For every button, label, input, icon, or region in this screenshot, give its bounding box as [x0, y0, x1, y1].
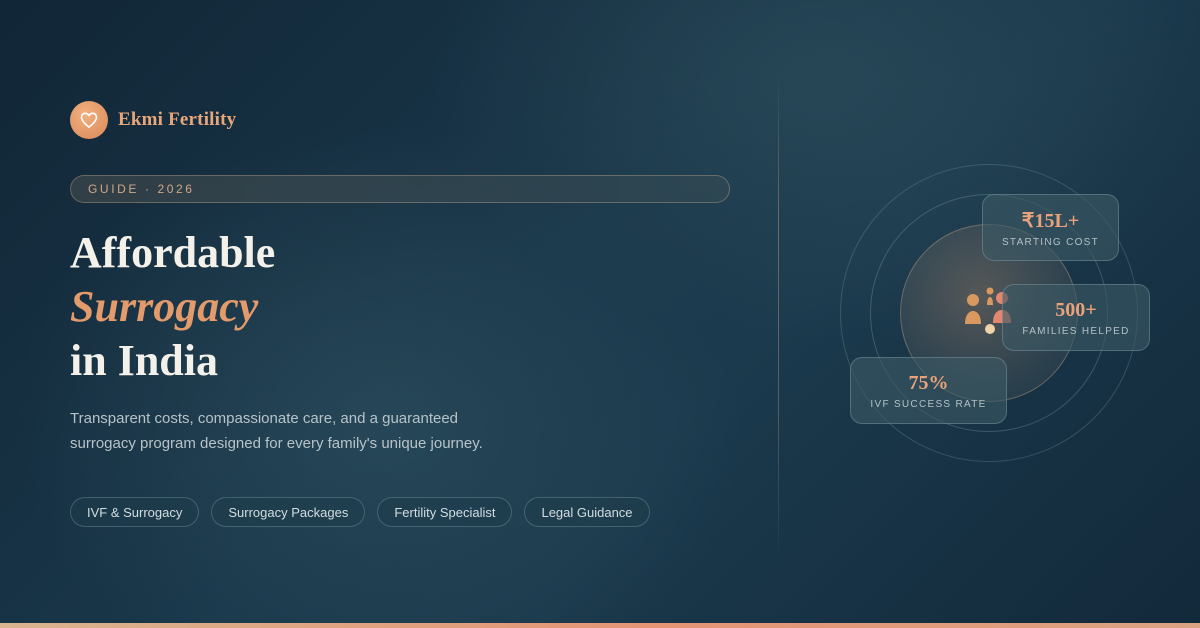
- stat-value: 75%: [908, 371, 949, 394]
- stat-card-starting-cost: ₹15L+ STARTING COST: [982, 194, 1119, 261]
- stat-card-ivf-success: 75% IVF SUCCESS RATE: [850, 357, 1007, 424]
- subtitle: Transparent costs, compassionate care, a…: [70, 410, 483, 452]
- bottom-accent-bar: [0, 623, 1200, 628]
- tag-legal-guidance[interactable]: Legal Guidance: [524, 497, 650, 527]
- stat-card-families-helped: 500+ FAMILIES HELPED: [1002, 284, 1150, 351]
- title-line-accent: Surrogacy: [70, 282, 259, 331]
- stat-value: 500+: [1055, 298, 1097, 321]
- brand-name: Ekmi Fertility: [118, 109, 237, 130]
- heart-icon: [70, 101, 108, 139]
- divider: [778, 70, 779, 560]
- tag-fertility-specialist[interactable]: Fertility Specialist: [377, 497, 513, 527]
- title-line-3: in India: [70, 336, 218, 385]
- stat-value: ₹15L+: [1021, 209, 1080, 232]
- guide-label: GUIDE · 2026: [88, 182, 195, 196]
- page-title: Affordable Surrogacy in India: [70, 226, 275, 388]
- tag-ivf-surrogacy[interactable]: IVF & Surrogacy: [70, 497, 200, 527]
- title-line-1: Affordable: [70, 228, 276, 277]
- stat-label: STARTING COST: [1001, 236, 1100, 248]
- stat-label: FAMILIES HELPED: [1022, 325, 1130, 337]
- tag-list: IVF & Surrogacy Surrogacy Packages Ferti…: [70, 497, 650, 527]
- stat-label: IVF SUCCESS RATE: [870, 398, 987, 410]
- tag-surrogacy-packages[interactable]: Surrogacy Packages: [211, 497, 366, 527]
- guide-badge: GUIDE · 2026: [70, 175, 730, 203]
- brand: Ekmi Fertility: [70, 101, 236, 139]
